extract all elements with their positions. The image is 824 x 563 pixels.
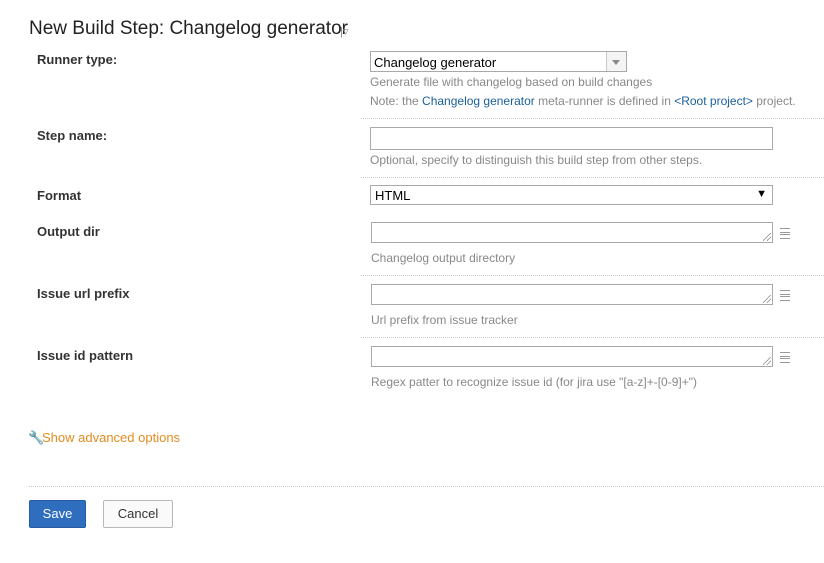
step-name-input[interactable]	[370, 127, 773, 150]
issue-id-pattern-input[interactable]	[371, 346, 773, 367]
runner-note-middle: meta-runner is defined in	[534, 94, 675, 108]
list-icon[interactable]	[780, 352, 790, 363]
divider	[361, 275, 824, 276]
resize-handle[interactable]	[763, 295, 771, 303]
issue-url-prefix-input[interactable]	[371, 284, 773, 305]
list-icon[interactable]	[780, 290, 790, 301]
output-dir-hint: Changelog output directory	[371, 251, 516, 265]
cancel-button[interactable]: Cancel	[103, 500, 173, 528]
list-icon[interactable]	[780, 228, 790, 239]
chevron-down-icon[interactable]: ▼	[756, 188, 767, 200]
issue-id-pattern-label: Issue id pattern	[37, 348, 134, 363]
page-title: New Build Step: Changelog generator	[29, 18, 348, 39]
runner-type-value: Changelog generator	[374, 55, 497, 70]
divider	[361, 337, 824, 338]
runner-description: Generate file with changelog based on bu…	[370, 75, 653, 89]
wrench-icon: 🔧	[28, 430, 45, 445]
runner-note-suffix: project.	[752, 94, 796, 108]
format-select[interactable]: HTML ▼	[370, 185, 773, 205]
issue-url-prefix-label: Issue url prefix	[37, 286, 130, 301]
runner-type-label: Runner type:	[37, 52, 118, 67]
resize-handle[interactable]	[763, 357, 771, 365]
root-project-link[interactable]: <Root project>	[674, 94, 753, 108]
resize-handle[interactable]	[763, 233, 771, 241]
divider	[361, 118, 824, 119]
format-value: HTML	[375, 188, 411, 203]
runner-note-prefix: Note: the	[370, 94, 423, 108]
issue-url-prefix-hint: Url prefix from issue tracker	[371, 313, 518, 327]
chevron-down-icon[interactable]	[606, 52, 626, 71]
step-name-hint: Optional, specify to distinguish this bu…	[370, 153, 703, 167]
runner-link[interactable]: Changelog generator	[422, 94, 535, 108]
divider	[29, 486, 824, 487]
step-name-label: Step name:	[37, 128, 108, 143]
show-advanced-options-link[interactable]: 🔧Show advanced options	[28, 430, 180, 446]
divider	[361, 177, 824, 178]
runner-type-select[interactable]: Changelog generator	[370, 51, 627, 72]
runner-note: Note: the Changelog generator meta-runne…	[370, 94, 796, 108]
title-menu-icon[interactable]: |▿	[340, 25, 348, 38]
output-dir-label: Output dir	[37, 224, 100, 239]
issue-id-pattern-hint: Regex patter to recognize issue id (for …	[371, 375, 697, 389]
save-button[interactable]: Save	[29, 500, 86, 528]
show-advanced-options-label: Show advanced options	[42, 430, 181, 445]
output-dir-input[interactable]	[371, 222, 773, 243]
format-label: Format	[37, 188, 82, 203]
